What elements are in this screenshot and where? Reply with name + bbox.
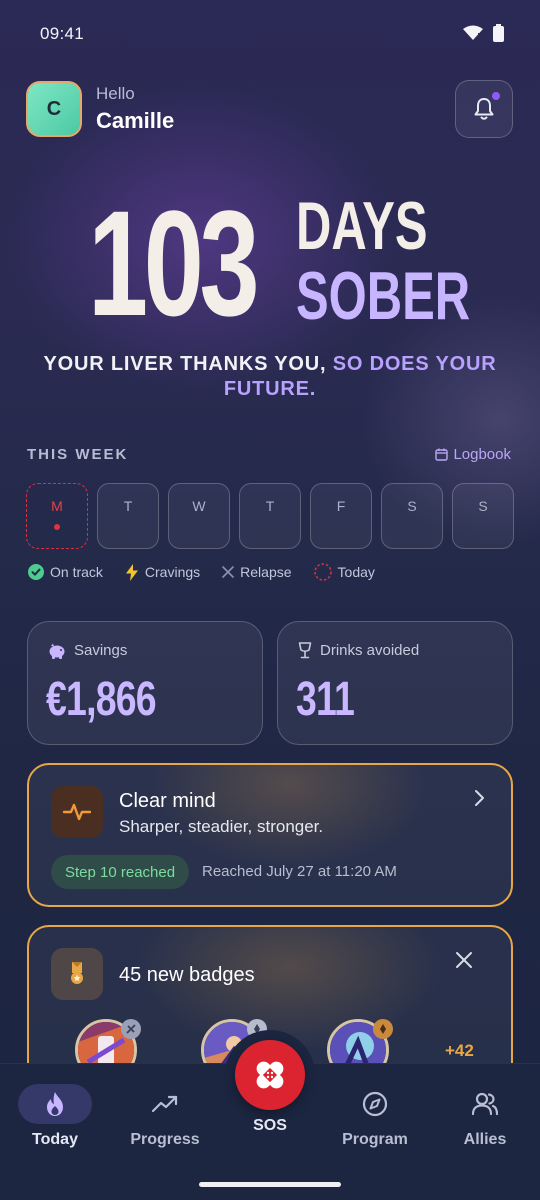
motivational-tagline: YOUR LIVER THANKS YOU, SO DOES YOUR FUTU…: [40, 352, 500, 402]
logbook-link[interactable]: Logbook: [435, 446, 511, 463]
day-letter: W: [192, 498, 206, 514]
lightning-icon: [125, 563, 138, 581]
milestone-date: Reached July 27 at 11:20 AM: [202, 863, 397, 880]
nav-allies-label: Allies: [463, 1131, 507, 1148]
nav-icon-container: [128, 1084, 202, 1124]
nav-icon-container: [18, 1084, 92, 1124]
chevron-right-icon[interactable]: [473, 789, 485, 807]
day-wednesday[interactable]: W: [168, 483, 230, 549]
home-indicator[interactable]: [199, 1182, 341, 1187]
status-time: 09:41: [40, 24, 85, 43]
day-saturday[interactable]: S: [381, 483, 443, 549]
check-circle-icon: [28, 564, 44, 580]
drinks-avoided-card[interactable]: Drinks avoided 311: [277, 621, 513, 745]
bell-icon: [474, 98, 494, 120]
legend-relapse: Relapse: [222, 564, 292, 580]
today-dot: [54, 524, 60, 530]
savings-card[interactable]: Savings €1,866: [27, 621, 263, 745]
flame-icon: [47, 1092, 63, 1116]
nav-today[interactable]: Today: [10, 1084, 100, 1149]
legend-cravings: Cravings: [125, 563, 200, 581]
milestone-title: Clear mind: [119, 790, 216, 812]
battery-icon: [493, 24, 504, 42]
wifi-icon: [463, 25, 483, 40]
medal-icon-tile: [51, 948, 103, 1000]
tagline-part1: YOUR LIVER THANKS YOU,: [43, 353, 327, 375]
day-friday[interactable]: F: [310, 483, 372, 549]
logbook-label: Logbook: [453, 446, 511, 463]
glass-icon: [298, 642, 312, 659]
sos-ring: [225, 1030, 315, 1120]
day-letter: F: [336, 498, 346, 514]
nav-progress-label: Progress: [130, 1131, 200, 1148]
nav-allies[interactable]: Allies: [440, 1084, 530, 1149]
day-tuesday[interactable]: T: [97, 483, 159, 549]
x-icon: [222, 566, 234, 578]
pulse-icon: [63, 803, 91, 821]
close-icon[interactable]: [455, 951, 473, 969]
greeting: Hello: [96, 84, 135, 103]
drinks-avoided-value: 311: [296, 673, 355, 726]
day-letter: T: [123, 498, 133, 514]
nav-program-label: Program: [342, 1131, 408, 1148]
milestone-card[interactable]: Clear mind Sharper, steadier, stronger. …: [27, 763, 513, 907]
legend-on-track: On track: [28, 564, 103, 580]
medal-icon: [71, 962, 83, 984]
day-monday[interactable]: M: [26, 483, 88, 549]
dashed-circle-icon: [313, 563, 332, 581]
sober-label: SOBER: [296, 258, 471, 334]
trending-up-icon: [152, 1095, 178, 1113]
drinks-avoided-label: Drinks avoided: [298, 642, 419, 659]
badge-tier-icon: [121, 1019, 141, 1039]
sober-days-count: 103: [88, 179, 260, 347]
week-legend: On track Cravings Relapse Today: [28, 563, 375, 581]
notification-dot: [492, 92, 500, 100]
step-reached-badge: Step 10 reached: [51, 855, 190, 889]
savings-label: Savings: [48, 642, 127, 659]
day-letter: M: [51, 498, 63, 514]
compass-icon: [362, 1091, 388, 1117]
piggy-bank-icon: [49, 643, 65, 659]
bandage-icon: [256, 1061, 284, 1089]
avatar[interactable]: C: [26, 81, 82, 137]
status-icons: [463, 24, 504, 42]
users-icon: [471, 1092, 499, 1116]
week-days-row: M T W T F S S: [26, 483, 514, 549]
user-name: Camille: [96, 108, 175, 133]
day-letter: T: [265, 498, 275, 514]
savings-value: €1,866: [46, 673, 157, 726]
pulse-icon-tile: [51, 786, 103, 838]
day-thursday[interactable]: T: [239, 483, 301, 549]
more-badges-count[interactable]: +42: [445, 1041, 474, 1061]
calendar-icon: [435, 448, 449, 461]
this-week-title: THIS WEEK: [27, 446, 129, 463]
badge-tier-icon: [373, 1019, 393, 1039]
nav-today-label: Today: [32, 1131, 78, 1148]
milestone-subtitle: Sharper, steadier, stronger.: [119, 817, 324, 836]
nav-icon-container: [448, 1084, 522, 1124]
legend-today: Today: [313, 563, 375, 581]
sos-button[interactable]: [235, 1040, 305, 1110]
sos-label: SOS: [253, 1117, 287, 1134]
days-label: DAYS: [296, 188, 428, 264]
day-sunday[interactable]: S: [452, 483, 514, 549]
nav-icon-container: [338, 1084, 412, 1124]
nav-progress[interactable]: Progress: [120, 1084, 210, 1149]
badges-title: 45 new badges: [119, 964, 255, 986]
day-letter: S: [407, 498, 417, 514]
day-letter: S: [478, 498, 488, 514]
nav-program[interactable]: Program: [330, 1084, 420, 1149]
notifications-button[interactable]: [455, 80, 513, 138]
